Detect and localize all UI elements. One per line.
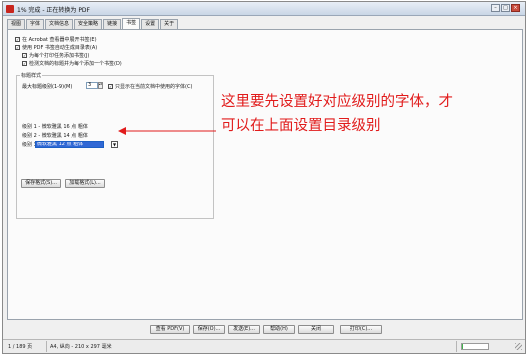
tab-links[interactable]: 链接 xyxy=(103,19,122,29)
status-divider xyxy=(456,341,457,352)
page-count: 1 / 189 页 xyxy=(8,344,33,350)
annotation-line-1: 这里要先设置好对应级别的字体，才 xyxy=(221,94,453,110)
settings-tabs: 视图 字体 文档信息 安全策略 链接 书签 设置 关于 xyxy=(7,18,179,29)
minimize-button[interactable]: – xyxy=(491,4,500,12)
level-3-font: 微软雅黑 12 点 xyxy=(37,141,72,147)
level-1-style: 粗体 xyxy=(77,124,88,130)
maximize-button[interactable]: □ xyxy=(501,4,510,12)
level-1-row[interactable]: 级别 1 - 微软雅黑 16 点 粗体 xyxy=(22,123,88,130)
option-toc-from-bookmarks-label: 使用 PDF 书签自动生成目录表(A) xyxy=(22,45,98,51)
checkbox-bookmark-per-job[interactable]: ✓ xyxy=(22,53,27,58)
level-2-row[interactable]: 级别 2 - 微软雅黑 14 点 粗体 xyxy=(22,132,88,139)
option-detect-headings-label: 检测文档的标题并为每个添加一个书签(D) xyxy=(29,61,122,67)
bookmarks-panel: ✓ 在 Acrobat 查看器中展开书签(E) ✓ 使用 PDF 书签自动生成目… xyxy=(7,29,523,320)
load-format-button[interactable]: 加载格式(L)... xyxy=(65,179,105,188)
max-level-spinner[interactable]: ▴▾ xyxy=(98,82,103,89)
max-level-input[interactable]: 3 xyxy=(86,82,98,89)
annotation-arrow-icon xyxy=(118,127,216,135)
status-bar: 1 / 189 页 A4, 纵向 - 210 x 297 毫米 xyxy=(3,339,525,353)
level-1-label: 级别 1 - xyxy=(22,124,41,130)
level-3-style: 粗体 xyxy=(73,141,84,147)
level-1-font: 微软雅黑 16 点 xyxy=(41,124,77,130)
checkbox-toc-from-bookmarks[interactable]: ✓ xyxy=(15,45,20,50)
level-2-style: 粗体 xyxy=(77,133,88,139)
tab-bookmarks[interactable]: 书签 xyxy=(122,18,141,29)
paper-size: A4, 纵向 - 210 x 297 毫米 xyxy=(50,344,112,350)
checkbox-detect-headings[interactable]: ✓ xyxy=(22,61,27,66)
only-current-fonts-label: 只显示在当前文档中使用的字体(C) xyxy=(115,84,193,90)
tab-view[interactable]: 视图 xyxy=(7,19,26,29)
help-button[interactable]: 帮助(H) xyxy=(263,325,295,334)
window-title: 1% 完成 - 正在转换为 PDF xyxy=(17,7,91,14)
conversion-progress-bar xyxy=(461,343,489,350)
option-bookmark-per-job-label: 为每个打印任务添加书签(J) xyxy=(29,53,90,59)
level-3-font-select[interactable]: 微软雅黑 12 点 粗体 xyxy=(35,141,104,148)
status-divider xyxy=(46,341,47,352)
converter-window: 1% 完成 - 正在转换为 PDF – □ × 视图 字体 文档信息 安全策略 … xyxy=(2,1,526,354)
tab-security[interactable]: 安全策略 xyxy=(74,19,103,29)
tab-fonts[interactable]: 字体 xyxy=(26,19,45,29)
option-expand-bookmarks-label: 在 Acrobat 查看器中展开书签(E) xyxy=(22,37,97,43)
heading-style-title: 标题样式 xyxy=(20,72,43,79)
option-toc-from-bookmarks[interactable]: ✓ 使用 PDF 书签自动生成目录表(A) xyxy=(15,44,97,51)
max-level-label: 最大标题级别(1-9)(M) xyxy=(22,84,73,90)
save-button[interactable]: 保存(O)... xyxy=(193,325,225,334)
option-expand-bookmarks[interactable]: ✓ 在 Acrobat 查看器中展开书签(E) xyxy=(15,36,97,43)
close-button[interactable]: 关闭 xyxy=(298,325,334,334)
option-only-current-fonts[interactable]: ✓ 只显示在当前文档中使用的字体(C) xyxy=(108,83,192,90)
option-bookmark-per-job[interactable]: ✓ 为每个打印任务添加书签(J) xyxy=(22,52,89,59)
annotation-line-2: 可以在上面设置目录级别 xyxy=(221,118,381,134)
level-2-font: 微软雅黑 14 点 xyxy=(41,133,77,139)
chevron-down-icon[interactable]: ▼ xyxy=(111,141,118,148)
checkbox-only-current-fonts[interactable]: ✓ xyxy=(108,84,113,89)
save-format-button[interactable]: 保存格式(S)... xyxy=(21,179,61,188)
close-window-button[interactable]: × xyxy=(511,4,520,12)
option-detect-headings[interactable]: ✓ 检测文档的标题并为每个添加一个书签(D) xyxy=(22,60,122,67)
tab-document-info[interactable]: 文档信息 xyxy=(45,19,74,29)
checkbox-expand-bookmarks[interactable]: ✓ xyxy=(15,37,20,42)
view-pdf-button[interactable]: 查看 PDF(V) xyxy=(150,325,190,334)
level-2-label: 级别 2 - xyxy=(22,133,41,139)
send-button[interactable]: 发送(E)... xyxy=(228,325,260,334)
resize-grip-icon[interactable] xyxy=(515,343,522,350)
pdf-app-icon xyxy=(6,5,14,13)
title-bar[interactable]: 1% 完成 - 正在转换为 PDF – □ × xyxy=(3,2,525,16)
tab-about[interactable]: 关于 xyxy=(160,19,179,29)
tab-settings[interactable]: 设置 xyxy=(141,19,160,29)
print-button[interactable]: 打印(C)... xyxy=(340,325,382,334)
